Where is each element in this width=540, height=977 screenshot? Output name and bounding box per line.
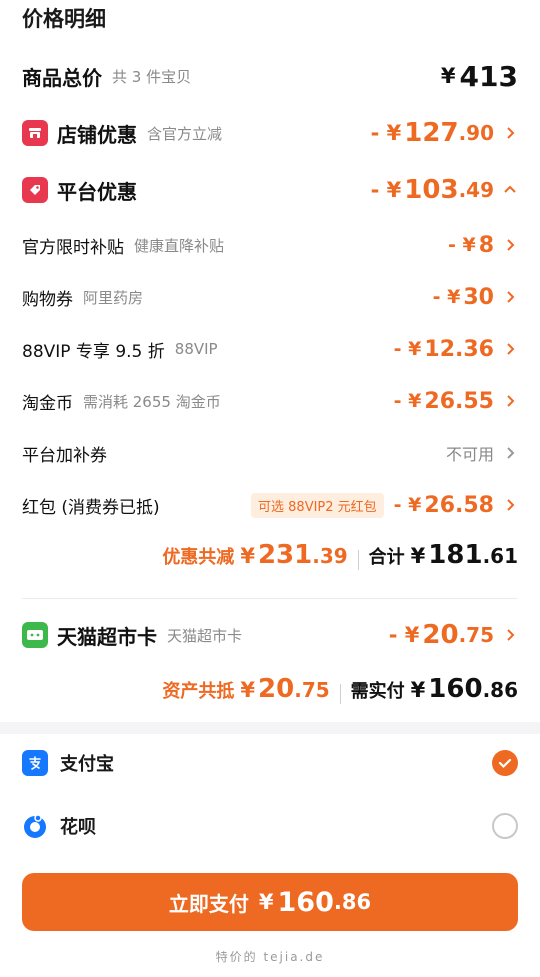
total-count: 共 3 件宝贝 (112, 67, 192, 86)
item-amount: - ¥ 26.55 (394, 389, 518, 414)
item-label: 88VIP 专享 9.5 折 (22, 341, 165, 362)
alipay-radio-selected[interactable] (492, 750, 518, 776)
tag-icon (22, 177, 48, 203)
item-label: 淘金币 (22, 393, 73, 414)
discount-total-label: 优惠共减 (162, 547, 235, 568)
shop-discount-label: 店铺优惠 (57, 122, 137, 147)
discount-summary: 优惠共减 ¥231.39 合计 ¥181.61 (22, 540, 518, 580)
item-hint: 阿里药房 (83, 288, 144, 307)
payment-option-huabei[interactable]: 花呗 (22, 808, 518, 844)
shop-discount-hint: 含官方立减 (147, 124, 223, 143)
tmall-card-hint: 天猫超市卡 (167, 626, 243, 645)
separator (339, 684, 341, 704)
tmall-card-icon (22, 622, 48, 648)
redpacket-badge[interactable]: 可选 88VIP2 元红包 (251, 492, 384, 518)
chevron-right-icon (507, 239, 515, 251)
chevron-right-icon (507, 447, 515, 459)
discount-item-redpacket[interactable]: 红包 (消费券已抵) 可选 88VIP2 元红包 - ¥ 26.58 (22, 486, 518, 524)
watermark: 特价的 tejia.de (215, 950, 325, 964)
platform-discount-row[interactable]: 平台优惠 - ¥ 103.49 (22, 170, 518, 210)
huabei-label: 花呗 (60, 817, 96, 838)
item-hint: 88VIP (174, 340, 218, 358)
platform-discount-label: 平台优惠 (57, 179, 137, 204)
chevron-right-icon (507, 343, 515, 355)
item-hint: 需消耗 2655 淘金币 (83, 392, 221, 411)
item-amount: 可选 88VIP2 元红包 - ¥ 26.58 (251, 492, 518, 518)
asset-summary: 资产共抵 ¥20.75 需实付 ¥160.86 (22, 674, 518, 714)
page-title: 价格明细 (22, 7, 106, 31)
pay-now-button[interactable]: 立即支付 ¥ 160.86 (22, 873, 518, 931)
discount-item-subsidy[interactable]: 官方限时补贴 健康直降补贴 - ¥ 8 (22, 226, 518, 264)
alipay-label: 支付宝 (60, 754, 114, 775)
item-label: 购物券 (22, 289, 73, 310)
chevron-up-icon (504, 185, 516, 193)
item-label: 平台加补券 (22, 445, 107, 466)
check-icon (498, 758, 512, 769)
total-row: 商品总价 共 3 件宝贝 ¥ 413 (22, 56, 518, 96)
subtotal-amount: ¥181.61 (410, 540, 518, 570)
chevron-right-icon (507, 499, 515, 511)
item-amount: - ¥ 8 (448, 233, 518, 258)
total-label: 商品总价 (22, 65, 102, 90)
shop-discount-amount: - ¥ 127.90 (371, 118, 518, 148)
subtotal-label: 合计 (368, 547, 405, 568)
alipay-icon (22, 750, 48, 776)
pay-button-int: 160 (277, 886, 334, 918)
huabei-radio[interactable] (492, 813, 518, 839)
discount-item-88vip[interactable]: 88VIP 专享 9.5 折 88VIP - ¥ 12.36 (22, 330, 518, 368)
tmall-card-row[interactable]: 天猫超市卡 天猫超市卡 - ¥ 20.75 (22, 615, 518, 655)
pay-button-dec: .86 (333, 890, 372, 914)
discount-item-coins[interactable]: 淘金币 需消耗 2655 淘金币 - ¥ 26.55 (22, 382, 518, 420)
item-status: 不可用 (446, 441, 518, 465)
chevron-right-icon (507, 127, 515, 139)
chevron-right-icon (507, 629, 515, 641)
asset-total-amount: ¥20.75 (240, 674, 330, 704)
item-label: 红包 (消费券已抵) (22, 497, 160, 518)
platform-discount-amount: - ¥ 103.49 (371, 175, 518, 205)
divider (22, 598, 518, 599)
chevron-right-icon (507, 291, 515, 303)
payable-label: 需实付 (350, 681, 405, 702)
tmall-card-amount: - ¥ 20.75 (389, 620, 518, 650)
shop-discount-row[interactable]: 店铺优惠 含官方立减 - ¥ 127.90 (22, 113, 518, 153)
separator (357, 550, 359, 570)
huabei-icon (22, 813, 48, 839)
pay-button-yen: ¥ (258, 890, 274, 914)
tmall-card-label: 天猫超市卡 (57, 624, 157, 649)
chevron-right-icon (507, 395, 515, 407)
asset-total-label: 资产共抵 (162, 681, 235, 702)
discount-item-coupon[interactable]: 购物券 阿里药房 - ¥ 30 (22, 278, 518, 316)
pay-button-label: 立即支付 (168, 891, 249, 916)
discount-total-amount: ¥231.39 (240, 540, 348, 570)
section-gap (0, 722, 540, 734)
total-amount: ¥ 413 (440, 59, 518, 93)
item-amount: - ¥ 30 (433, 285, 518, 310)
item-hint: 健康直降补贴 (134, 236, 225, 255)
item-label: 官方限时补贴 (22, 237, 124, 258)
payment-option-alipay[interactable]: 支付宝 (22, 745, 518, 781)
shop-icon (22, 120, 48, 146)
item-amount: - ¥ 12.36 (394, 337, 518, 362)
discount-item-extra-coupon[interactable]: 平台加补券 不可用 (22, 434, 518, 472)
payable-amount: ¥160.86 (410, 674, 518, 704)
price-detail-page: 价格明细 商品总价 共 3 件宝贝 ¥ 413 店铺优惠 含官方立减 - ¥ 1… (0, 0, 540, 977)
